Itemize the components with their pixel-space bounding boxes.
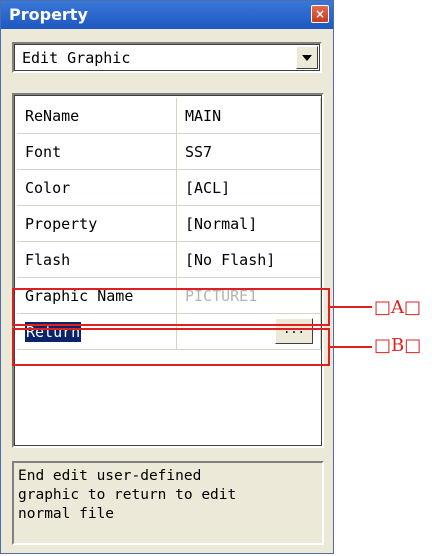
property-key: ReName [17, 98, 177, 134]
property-row-rename[interactable]: ReName MAIN [17, 98, 321, 134]
chevron-down-icon [302, 55, 312, 61]
mode-dropdown[interactable]: Edit Graphic [12, 42, 322, 73]
callout-line-a [330, 306, 372, 308]
callout-box-b [12, 328, 330, 366]
property-key: Font [17, 134, 177, 170]
callout-box-a [12, 288, 330, 326]
description-line: normal file [18, 506, 115, 522]
callout-label-b: □B□ [374, 335, 422, 356]
description-line: End edit user-defined [18, 468, 202, 484]
property-row-property[interactable]: Property [Normal] [17, 206, 321, 242]
property-value[interactable]: MAIN [177, 98, 321, 134]
property-panel: Property × Edit Graphic ReName MAIN Font… [0, 0, 334, 554]
title-bar[interactable]: Property × [1, 1, 333, 29]
callout-line-b [330, 346, 372, 348]
property-row-color[interactable]: Color [ACL] [17, 170, 321, 206]
property-grid-inner: ReName MAIN Font SS7 Color [ACL] Propert… [14, 95, 322, 446]
property-key: Flash [17, 242, 177, 278]
callout-label-a: □A□ [374, 297, 422, 318]
description-line: graphic to return to edit [18, 487, 237, 503]
dropdown-arrow-button[interactable] [296, 46, 318, 69]
property-value[interactable]: [Normal] [177, 206, 321, 242]
property-value[interactable]: [No Flash] [177, 242, 321, 278]
close-icon: × [314, 7, 326, 21]
description-box: End edit user-defined graphic to return … [12, 461, 324, 545]
property-key: Color [17, 170, 177, 206]
window-title: Property [9, 5, 88, 24]
property-row-font[interactable]: Font SS7 [17, 134, 321, 170]
property-value[interactable]: [ACL] [177, 170, 321, 206]
close-button[interactable]: × [311, 5, 329, 23]
dropdown-selected-value: Edit Graphic [22, 49, 131, 67]
property-value[interactable]: SS7 [177, 134, 321, 170]
property-grid: ReName MAIN Font SS7 Color [ACL] Propert… [12, 93, 324, 448]
property-row-flash[interactable]: Flash [No Flash] [17, 242, 321, 278]
property-key: Property [17, 206, 177, 242]
